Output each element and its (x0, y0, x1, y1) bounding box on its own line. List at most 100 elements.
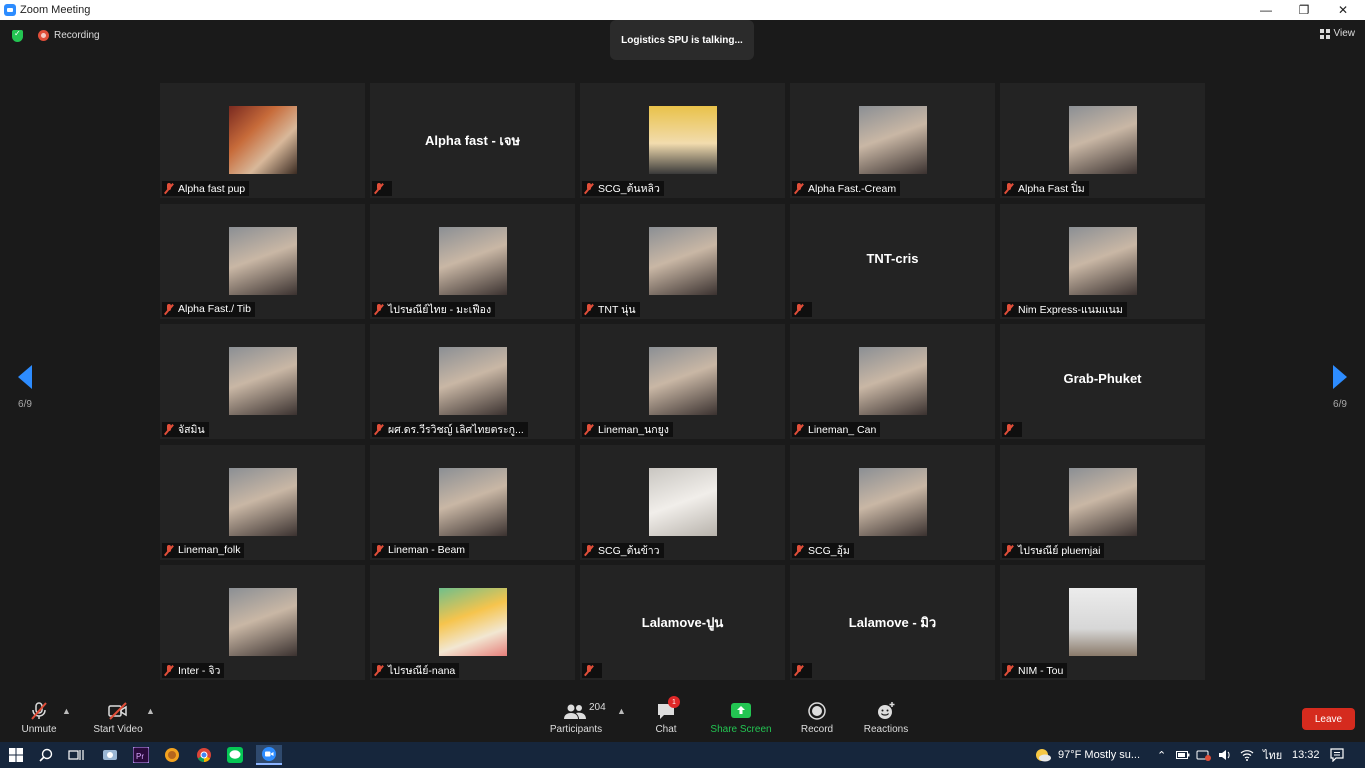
participant-tile[interactable]: Lineman_นกยูง (580, 324, 785, 439)
start-video-button[interactable]: Start Video (90, 700, 146, 735)
participant-tile[interactable]: Lineman_ Can (790, 324, 995, 439)
muted-mic-icon (794, 544, 804, 556)
participant-person-photo (859, 467, 927, 536)
participant-tile[interactable]: Alpha Fast./ Tib (160, 203, 365, 319)
participant-tile[interactable]: Alpha Fast ปิ๋ม (1000, 83, 1205, 198)
participant-room-photo (1069, 588, 1137, 656)
participant-tile[interactable]: ผศ.ดร.วีรวิชญ์ เลิศไทยตระกู... (370, 324, 575, 439)
notifications-icon[interactable] (1330, 742, 1344, 768)
audio-options-caret[interactable]: ▲ (62, 706, 71, 716)
participant-name: Lineman - Beam (388, 544, 466, 556)
participant-tile[interactable]: Nim Express-แนมแนม (1000, 203, 1205, 319)
restore-button[interactable]: ❐ (1284, 0, 1324, 20)
task-view-icon[interactable] (66, 745, 86, 765)
previous-page-button[interactable]: 6/9 (10, 365, 40, 410)
participant-tile[interactable]: จัสมิน (160, 324, 365, 439)
reactions-button[interactable]: Reactions (860, 700, 912, 735)
participant-tile[interactable]: SCG_อุ้ม (790, 444, 995, 560)
participant-name-label: Lineman_ Can (792, 422, 881, 437)
record-button[interactable]: Record (798, 700, 836, 735)
clock-time[interactable]: 13:32 (1292, 742, 1320, 768)
participants-button[interactable]: 204 Participants (546, 700, 606, 736)
recording-indicator[interactable]: Recording (38, 30, 100, 41)
participant-tile[interactable]: Inter - จิว (160, 565, 365, 680)
gallery-grid: Alpha fast pup Alpha fast - เจษ SCG_ต้นหลิ… (160, 83, 1205, 680)
participant-name-label: Alpha Fast.-Cream (792, 181, 901, 196)
premiere-pro-icon[interactable]: Pr (131, 745, 151, 765)
participant-tile[interactable]: Alpha Fast.-Cream (790, 83, 995, 198)
taskbar-orange-app-icon[interactable] (162, 745, 182, 765)
share-screen-icon (708, 700, 774, 722)
recording-label: Recording (54, 30, 100, 41)
active-speaker-text: Logistics SPU is talking... (621, 34, 743, 46)
participant-name: SCG_อุ้ม (808, 544, 850, 557)
participant-tile[interactable]: Lineman_folk (160, 444, 365, 560)
participant-tile[interactable]: Alpha fast pup (160, 83, 365, 198)
view-button[interactable]: View (1319, 28, 1355, 39)
participant-name-label (1002, 422, 1022, 437)
muted-mic-icon (1004, 303, 1014, 315)
chat-icon: 1 (648, 696, 684, 722)
participant-display-name: Lalamove - มิว (848, 615, 937, 630)
participant-person-photo (859, 106, 927, 174)
tray-overflow-chevron-icon[interactable]: ⌃ (1157, 742, 1166, 768)
muted-mic-icon (164, 183, 174, 194)
battery-icon[interactable] (1176, 742, 1190, 768)
line-app-icon[interactable] (225, 745, 245, 765)
zoom-taskbar-icon[interactable] (256, 745, 282, 765)
muted-mic-icon (794, 183, 804, 194)
close-button[interactable]: ✕ (1323, 0, 1363, 20)
participant-name-label: SCG_ต้นข้าว (582, 542, 664, 558)
participant-tile[interactable]: ไปรษณีย์ pluemjai (1000, 444, 1205, 560)
video-off-icon (90, 700, 146, 722)
participant-person-photo (1069, 226, 1137, 295)
muted-mic-icon (374, 665, 384, 676)
recording-dot-icon (38, 30, 49, 41)
share-screen-button[interactable]: Share Screen (708, 700, 774, 735)
participants-options-caret[interactable]: ▲ (617, 706, 626, 716)
volume-icon[interactable] (1218, 742, 1232, 768)
weather-widget[interactable]: 97°F Mostly su... (1034, 742, 1140, 768)
unmute-button[interactable]: Unmute (18, 700, 60, 735)
participant-tile[interactable]: ไปรษณีย์ไทย - มะเฟือง (370, 203, 575, 319)
participant-name: Alpha Fast ปิ๋ม (1018, 183, 1085, 195)
participant-name: Alpha fast pup (178, 182, 246, 195)
meeting-area: Recording Logistics SPU is talking... Vi… (0, 20, 1365, 692)
network-warning-icon[interactable] (1196, 742, 1212, 768)
participant-person-photo (1069, 106, 1137, 174)
taskbar-app-icon[interactable] (100, 745, 120, 765)
participant-tile[interactable]: TNT นุ่น (580, 203, 785, 319)
participant-tile[interactable]: Grab-Phuket (1000, 324, 1205, 439)
participant-tile[interactable]: TNT-cris (790, 203, 995, 319)
windows-start-icon[interactable] (6, 745, 26, 765)
participant-person-photo (1069, 467, 1137, 536)
participant-name: ไปรษณีย์ไทย - มะเฟือง (388, 303, 492, 316)
search-icon[interactable] (36, 745, 56, 765)
participant-tile[interactable]: SCG_ต้นหลิว (580, 83, 785, 198)
participant-tile[interactable]: Lineman - Beam (370, 444, 575, 560)
chrome-icon[interactable] (194, 745, 214, 765)
participant-tile[interactable]: SCG_ต้นข้าว (580, 444, 785, 560)
participant-name: SCG_ต้นหลิว (598, 183, 660, 195)
participant-ironman-photo (229, 106, 297, 174)
chat-button[interactable]: 1 Chat (648, 696, 684, 735)
wifi-icon[interactable] (1240, 742, 1254, 768)
leave-button[interactable]: Leave (1302, 708, 1355, 730)
participant-name: ไปรษณีย์ pluemjai (1018, 544, 1101, 557)
encryption-shield-icon[interactable] (12, 29, 23, 42)
input-language[interactable]: ไทย (1263, 742, 1282, 768)
minimize-button[interactable]: — (1246, 0, 1286, 20)
muted-mic-icon (164, 303, 174, 315)
video-options-caret[interactable]: ▲ (146, 706, 155, 716)
muted-mic-icon (374, 183, 384, 194)
participant-tile[interactable]: Lalamove - มิว (790, 565, 995, 680)
unmute-label: Unmute (21, 724, 57, 735)
participant-tile[interactable]: NIM - Tou (1000, 565, 1205, 680)
participant-tile[interactable]: Lalamove-ปูน (580, 565, 785, 680)
participant-anime-photo (649, 106, 717, 174)
participant-name-label (372, 181, 392, 196)
next-page-button[interactable]: 6/9 (1325, 365, 1355, 410)
participant-tile[interactable]: ไปรษณีย์-nana (370, 565, 575, 680)
participant-tile[interactable]: Alpha fast - เจษ (370, 83, 575, 198)
participant-name-label: ผศ.ดร.วีรวิชญ์ เลิศไทยตระกู... (372, 422, 528, 437)
